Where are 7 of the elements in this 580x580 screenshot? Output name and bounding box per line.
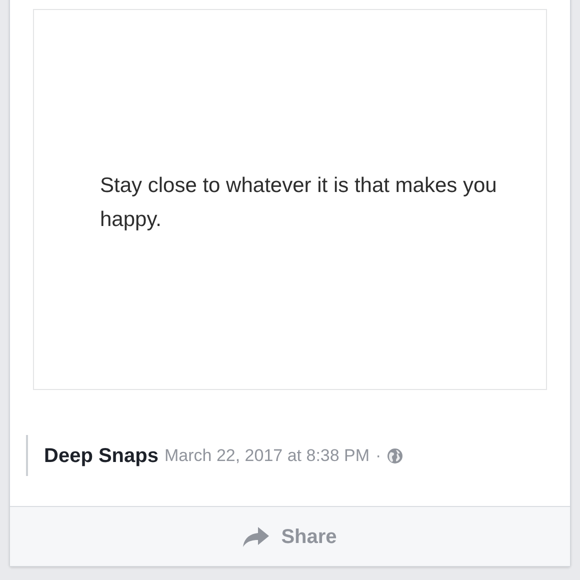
quote-text: Stay close to whatever it is that makes you happy. [100,173,498,233]
globe-icon [387,448,404,464]
share-arrow-icon [243,526,270,546]
share-button[interactable]: Share [235,518,345,556]
timestamp[interactable]: March 22, 2017 at 8:38 PM [164,442,370,468]
author-name[interactable]: Deep Snaps [44,440,158,470]
separator-dot: · [376,444,382,467]
